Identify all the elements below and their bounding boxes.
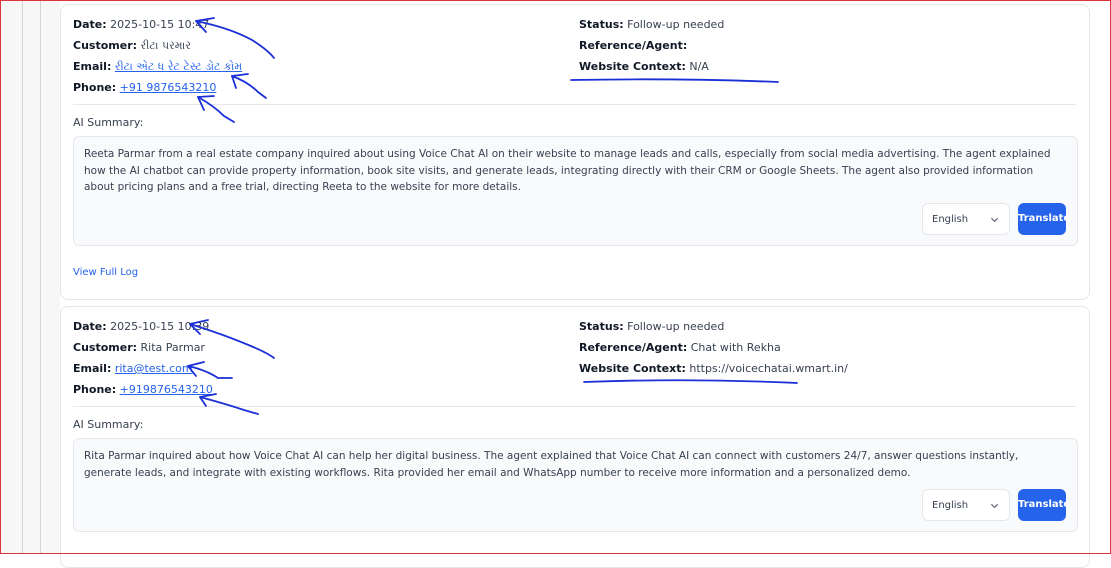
- left-gutter: [0, 0, 60, 554]
- ai-summary-label: AI Summary:: [73, 418, 144, 431]
- email-label: Email:: [73, 60, 112, 73]
- divider: [73, 406, 1076, 407]
- phone-label: Phone:: [73, 383, 117, 396]
- language-select[interactable]: English: [922, 489, 1010, 521]
- reference-field: Reference/Agent: Chat with Rekha: [579, 341, 781, 355]
- lead-card: Date: 2025-10-15 10:47 Customer: રીટા પર…: [60, 4, 1090, 300]
- status-value: Follow-up needed: [627, 18, 725, 31]
- divider: [73, 104, 1076, 105]
- date-label: Date:: [73, 18, 107, 31]
- date-field: Date: 2025-10-15 10:39: [73, 320, 209, 334]
- customer-label: Customer:: [73, 39, 138, 52]
- status-value: Follow-up needed: [627, 320, 725, 333]
- ai-summary-box: Reeta Parmar from a real estate company …: [73, 136, 1078, 246]
- email-label: Email:: [73, 362, 112, 375]
- phone-field: Phone: +919876543210: [73, 383, 213, 397]
- email-link[interactable]: rita@test.com: [115, 362, 193, 375]
- translate-button[interactable]: Translate: [1018, 203, 1070, 235]
- email-link[interactable]: રીટા એટ ધ રેટ ટેસ્ટ ડોટ કોમ: [115, 60, 242, 73]
- language-value: English: [932, 214, 969, 225]
- reference-field: Reference/Agent:: [579, 39, 687, 53]
- ai-summary-text: Rita Parmar inquired about how Voice Cha…: [84, 450, 1019, 479]
- chevron-down-icon: [990, 501, 999, 513]
- phone-link[interactable]: +919876543210: [120, 383, 213, 396]
- phone-field: Phone: +91 9876543210: [73, 81, 216, 95]
- website-value: N/A: [689, 60, 709, 73]
- website-label: Website Context:: [579, 362, 686, 375]
- status-label: Status:: [579, 18, 624, 31]
- customer-label: Customer:: [73, 341, 138, 354]
- language-select[interactable]: English: [922, 203, 1010, 235]
- reference-label: Reference/Agent:: [579, 39, 688, 52]
- date-field: Date: 2025-10-15 10:47: [73, 18, 209, 32]
- phone-link[interactable]: +91 9876543210: [120, 81, 217, 94]
- customer-field: Customer: Rita Parmar: [73, 341, 205, 355]
- gutter-line: [40, 0, 41, 554]
- date-value: 2025-10-15 10:39: [110, 320, 210, 333]
- ai-summary-text: Reeta Parmar from a real estate company …: [84, 148, 1051, 193]
- language-value: English: [932, 500, 969, 511]
- reference-value: Chat with Rekha: [690, 341, 781, 354]
- website-field: Website Context: N/A: [579, 60, 709, 74]
- ai-summary-box: Rita Parmar inquired about how Voice Cha…: [73, 438, 1078, 532]
- customer-value: Rita Parmar: [140, 341, 205, 354]
- gutter-line: [22, 0, 23, 554]
- view-full-log-link[interactable]: View Full Log: [73, 267, 138, 278]
- status-field: Status: Follow-up needed: [579, 18, 724, 32]
- chevron-down-icon: [990, 215, 999, 227]
- website-field: Website Context: https://voicechatai.wma…: [579, 362, 848, 376]
- status-label: Status:: [579, 320, 624, 333]
- email-field: Email: રીટા એટ ધ રેટ ટેસ્ટ ડોટ કોમ: [73, 60, 242, 74]
- status-field: Status: Follow-up needed: [579, 320, 724, 334]
- phone-label: Phone:: [73, 81, 117, 94]
- website-label: Website Context:: [579, 60, 686, 73]
- email-field: Email: rita@test.com: [73, 362, 193, 376]
- date-label: Date:: [73, 320, 107, 333]
- website-value: https://voicechatai.wmart.in/: [689, 362, 848, 375]
- lead-card: Date: 2025-10-15 10:39 Customer: Rita Pa…: [60, 306, 1090, 568]
- customer-field: Customer: રીટા પરમાર: [73, 39, 191, 53]
- translate-button[interactable]: Translate: [1018, 489, 1070, 521]
- reference-label: Reference/Agent:: [579, 341, 688, 354]
- ai-summary-label: AI Summary:: [73, 116, 144, 129]
- date-value: 2025-10-15 10:47: [110, 18, 210, 31]
- customer-value: રીટા પરમાર: [140, 39, 191, 52]
